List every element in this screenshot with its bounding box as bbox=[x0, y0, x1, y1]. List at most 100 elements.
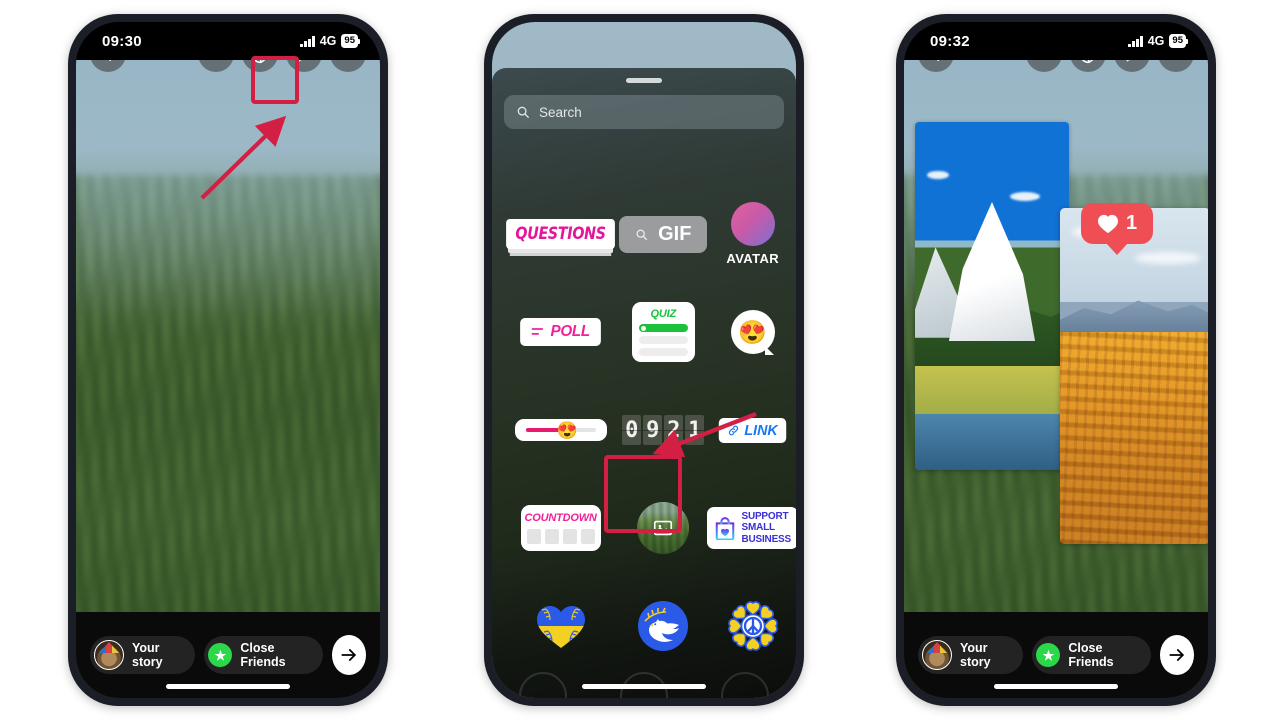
star-icon: ★ bbox=[1036, 643, 1061, 667]
sticker-peace-dove[interactable] bbox=[636, 599, 690, 653]
phone-1: 09:30 4G 95 Aa bbox=[68, 14, 388, 706]
signal-icon bbox=[300, 35, 315, 47]
avatar-circle bbox=[730, 202, 775, 246]
cloud bbox=[927, 170, 950, 179]
home-indicator bbox=[994, 684, 1118, 689]
like-sticker[interactable]: 1 bbox=[1081, 203, 1154, 244]
mountain-field bbox=[915, 365, 1069, 422]
avatar bbox=[94, 640, 124, 670]
battery-icon: 95 bbox=[1169, 34, 1188, 48]
sticker-quiz[interactable]: QUIZ bbox=[631, 302, 695, 362]
phone-1-screen: 09:30 4G 95 Aa bbox=[76, 22, 380, 698]
like-count: 1 bbox=[1126, 212, 1138, 234]
quiz-row bbox=[638, 336, 688, 344]
send-button[interactable] bbox=[331, 635, 366, 675]
highlight-photo-sticker bbox=[604, 455, 682, 533]
status-time: 09:30 bbox=[102, 32, 142, 50]
sticker-ukraine-heart[interactable] bbox=[535, 602, 587, 650]
sticker-link[interactable]: LINK bbox=[717, 417, 788, 443]
sticker-poll[interactable]: POLL bbox=[518, 318, 603, 346]
search-placeholder: Search bbox=[539, 104, 582, 120]
avatar bbox=[922, 640, 952, 670]
network-label: 4G bbox=[319, 34, 337, 48]
sticker-tray: Search QUESTIONS GIF AVATAR POLL QUIZ 😍 … bbox=[492, 68, 796, 698]
story-canvas-3[interactable]: 1 bbox=[904, 60, 1208, 698]
tray-grabber[interactable] bbox=[626, 78, 662, 83]
sticker-avatar-label: AVATAR bbox=[726, 251, 780, 266]
story-canvas-1[interactable] bbox=[76, 60, 380, 698]
clock-digit: 1 bbox=[685, 415, 705, 445]
sticker-quiz-label: QUIZ bbox=[650, 308, 677, 320]
your-story-label: Your story bbox=[132, 641, 163, 669]
sticker-business-label: SUPPORT SMALL BUSINESS bbox=[741, 511, 791, 546]
sticker-gif-label: GIF bbox=[658, 222, 692, 245]
sticker-poll-label: POLL bbox=[550, 323, 590, 340]
poll-bars-icon bbox=[531, 327, 544, 335]
status-bar-3: 09:32 4G 95 bbox=[904, 22, 1208, 60]
ukraine-heart-icon bbox=[536, 606, 585, 648]
send-button[interactable] bbox=[1159, 635, 1194, 675]
sticker-avatar[interactable]: AVATAR bbox=[726, 202, 779, 266]
heart-icon bbox=[1098, 214, 1118, 233]
clock-digit: 2 bbox=[664, 415, 684, 445]
search-icon bbox=[517, 106, 529, 118]
close-friends-label: Close Friends bbox=[240, 641, 286, 669]
screenshot-stage: 09:30 4G 95 Aa bbox=[0, 0, 1280, 720]
sticker-emoji-reaction-label: 😍 bbox=[730, 310, 775, 355]
sticker-support-small-business[interactable]: SUPPORT SMALL BUSINESS bbox=[707, 506, 796, 550]
sticker-questions-label: QUESTIONS bbox=[506, 219, 616, 249]
status-indicators: 4G 95 bbox=[300, 34, 360, 48]
photo-sticker-mountain[interactable] bbox=[915, 122, 1069, 470]
quiz-row-selected bbox=[638, 324, 688, 332]
peace-sunflower-icon bbox=[727, 601, 778, 651]
sticker-grid: QUESTIONS GIF AVATAR POLL QUIZ 😍 😍 0 9 2… bbox=[492, 163, 796, 698]
your-story-button[interactable]: Your story bbox=[918, 636, 1024, 674]
clock-digit: 9 bbox=[643, 415, 663, 445]
countdown-boxes bbox=[526, 529, 595, 544]
home-indicator bbox=[166, 684, 290, 689]
phone-2-screen: Search QUESTIONS GIF AVATAR POLL QUIZ 😍 … bbox=[492, 22, 796, 698]
photo-sticker-autumn[interactable] bbox=[1060, 208, 1208, 544]
sticker-countdown[interactable]: COUNTDOWN bbox=[520, 505, 601, 551]
cloud bbox=[1135, 251, 1201, 264]
sticker-emoji-slider-label: 😍 bbox=[556, 420, 578, 440]
search-input[interactable]: Search bbox=[504, 95, 784, 129]
battery-icon: 95 bbox=[341, 34, 360, 48]
sticker-link-label: LINK bbox=[744, 421, 778, 439]
sticker-peace-sunflower[interactable] bbox=[726, 599, 780, 653]
shopping-bag-heart-icon bbox=[716, 517, 735, 540]
autumn-trees bbox=[1060, 332, 1208, 544]
search-icon bbox=[636, 228, 648, 240]
sticker-gif[interactable]: GIF bbox=[619, 215, 708, 253]
highlight-sticker-button bbox=[251, 56, 299, 104]
clock-digits: 0 9 2 1 bbox=[622, 415, 705, 445]
business-line: BUSINESS bbox=[741, 533, 791, 545]
status-bar-1: 09:30 4G 95 bbox=[76, 22, 380, 60]
business-line: SMALL bbox=[741, 522, 775, 534]
network-label: 4G bbox=[1147, 34, 1165, 48]
quiz-row bbox=[638, 348, 688, 356]
sticker-countdown-label: COUNTDOWN bbox=[524, 512, 597, 524]
phone-3: 1 09:32 4G 95 Aa bbox=[896, 14, 1216, 706]
cloud bbox=[1010, 191, 1041, 201]
close-friends-button[interactable]: ★ Close Friends bbox=[1032, 636, 1151, 674]
status-time: 09:32 bbox=[930, 32, 970, 50]
mountain-main-peak bbox=[948, 202, 1036, 342]
phone-2: Search QUESTIONS GIF AVATAR POLL QUIZ 😍 … bbox=[484, 14, 804, 706]
your-story-button[interactable]: Your story bbox=[90, 636, 196, 674]
star-icon: ★ bbox=[208, 643, 233, 667]
close-friends-button[interactable]: ★ Close Friends bbox=[204, 636, 323, 674]
mountain-water bbox=[915, 414, 1069, 470]
grass-background bbox=[76, 60, 380, 698]
clock-digit: 0 bbox=[622, 415, 642, 445]
your-story-label: Your story bbox=[960, 641, 991, 669]
sticker-emoji-reaction[interactable]: 😍 bbox=[730, 310, 775, 355]
peace-dove-icon bbox=[638, 601, 689, 651]
sticker-questions[interactable]: QUESTIONS bbox=[502, 219, 619, 249]
sticker-clock[interactable]: 0 9 2 1 bbox=[622, 415, 705, 445]
home-indicator bbox=[582, 684, 706, 689]
link-icon bbox=[729, 425, 739, 435]
status-indicators: 4G 95 bbox=[1128, 34, 1188, 48]
sticker-emoji-slider[interactable]: 😍 bbox=[514, 419, 607, 441]
business-line: SUPPORT bbox=[741, 510, 789, 522]
